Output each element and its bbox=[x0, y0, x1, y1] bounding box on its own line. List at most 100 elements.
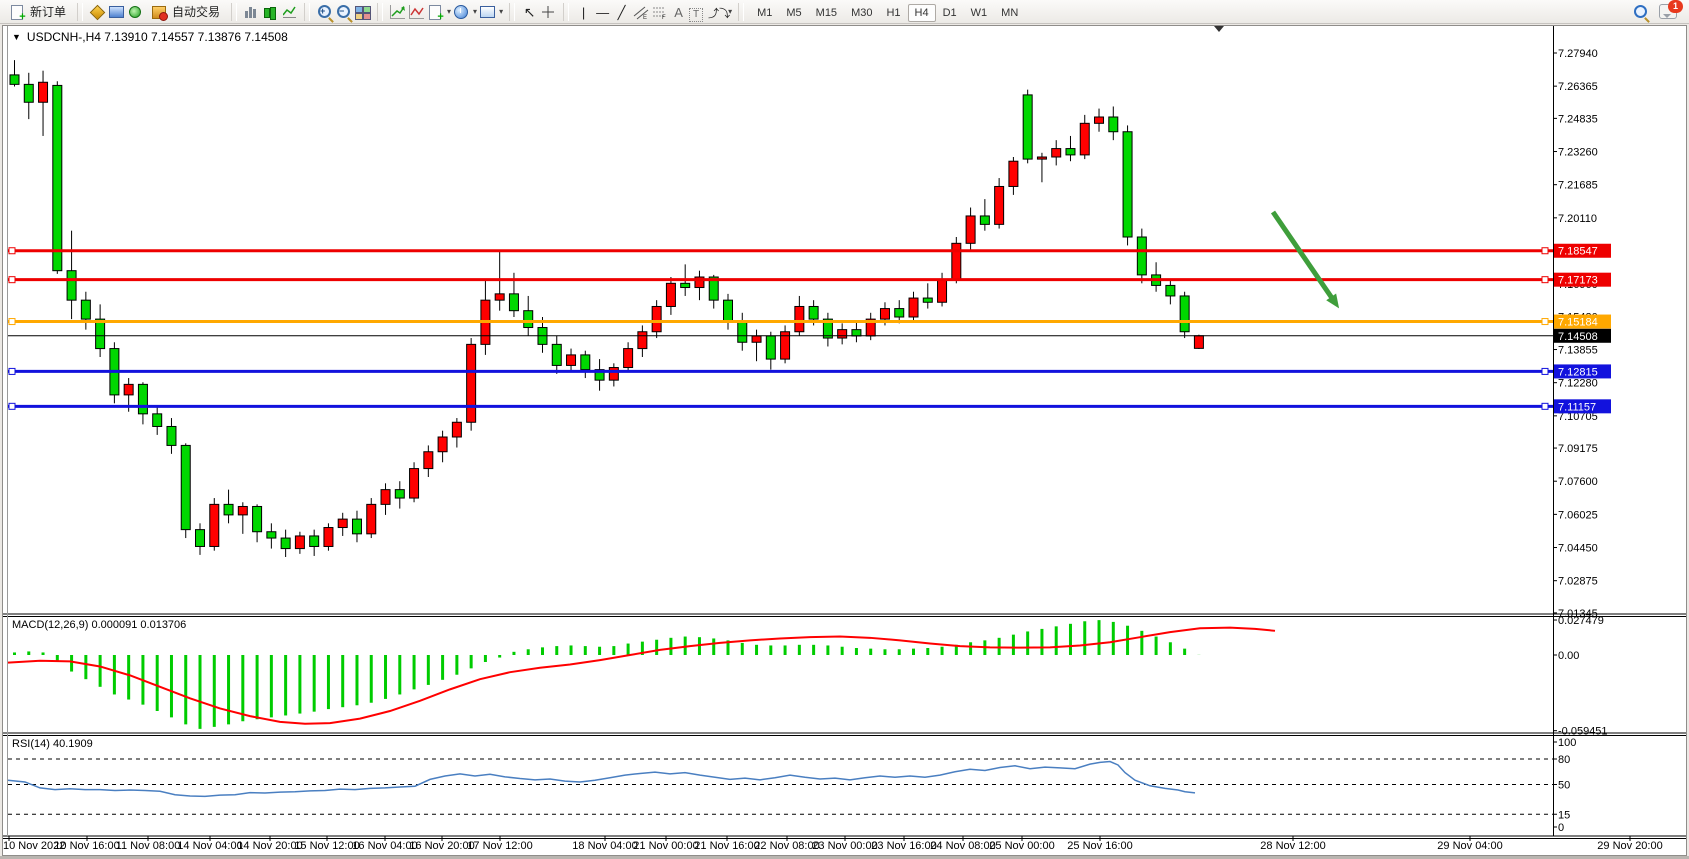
fibonacci-tool-icon[interactable]: F bbox=[651, 4, 668, 20]
macd-pane-label: MACD(12,26,9) 0.000091 0.013706 bbox=[12, 619, 186, 631]
candle-down bbox=[53, 85, 62, 270]
candle-up bbox=[624, 349, 633, 368]
macd-pane bbox=[8, 620, 1557, 731]
template-caret[interactable]: ▾ bbox=[499, 7, 503, 16]
hline-handle[interactable] bbox=[9, 248, 15, 254]
cursor-tool-icon[interactable]: ↖ bbox=[521, 4, 538, 20]
rsi-pane bbox=[8, 742, 1557, 827]
timeframe-button-M1[interactable]: M1 bbox=[750, 4, 779, 22]
svg-text:22 Nov 08:00: 22 Nov 08:00 bbox=[754, 840, 819, 852]
objects-list-icon[interactable] bbox=[408, 4, 425, 20]
new-order-icon: + bbox=[9, 4, 26, 20]
timeframe-button-MN[interactable]: MN bbox=[994, 4, 1025, 22]
svg-text:23 Nov 16:00: 23 Nov 16:00 bbox=[871, 840, 936, 852]
search-icon[interactable] bbox=[1632, 4, 1649, 20]
svg-text:18 Nov 04:00: 18 Nov 04:00 bbox=[572, 840, 637, 852]
channel-tool-icon[interactable]: E bbox=[632, 4, 649, 20]
candle-down bbox=[1066, 149, 1075, 155]
template-icon[interactable] bbox=[479, 4, 496, 20]
bar-chart-mode-icon[interactable] bbox=[243, 4, 260, 20]
crosshair-tool-icon[interactable] bbox=[540, 4, 557, 20]
svg-text:29 Nov 04:00: 29 Nov 04:00 bbox=[1437, 840, 1502, 852]
symbol-dropdown-icon[interactable]: ▼ bbox=[12, 32, 21, 42]
vertical-line-tool-icon[interactable]: | bbox=[575, 4, 592, 20]
indicators-icon[interactable] bbox=[389, 4, 406, 20]
strategy-tester-icon[interactable] bbox=[108, 4, 125, 20]
candle-down bbox=[1180, 296, 1189, 332]
text-tool-icon[interactable]: A bbox=[670, 4, 687, 20]
svg-text:-0.059451: -0.059451 bbox=[1558, 726, 1608, 738]
candle-up bbox=[424, 452, 433, 469]
timeframe-button-W1[interactable]: W1 bbox=[964, 4, 995, 22]
svg-text:7.20110: 7.20110 bbox=[1558, 213, 1597, 225]
timeframe-button-H1[interactable]: H1 bbox=[879, 4, 907, 22]
zoom-in-icon[interactable]: + bbox=[316, 4, 333, 20]
market-watch-icon[interactable] bbox=[89, 4, 106, 20]
candle-up bbox=[638, 332, 647, 349]
svg-text:7.06025: 7.06025 bbox=[1558, 509, 1598, 521]
signals-icon[interactable] bbox=[127, 4, 144, 20]
hline-handle[interactable] bbox=[9, 319, 15, 325]
svg-text:E: E bbox=[643, 15, 647, 20]
toolbar-separator bbox=[231, 3, 237, 21]
svg-text:7.21685: 7.21685 bbox=[1558, 180, 1598, 192]
candle-up bbox=[909, 298, 918, 317]
candle-down bbox=[1023, 95, 1032, 159]
label-tool-icon[interactable]: T bbox=[689, 4, 706, 20]
new-order-button[interactable]: + 新订单 bbox=[4, 1, 71, 23]
new-chart-icon[interactable]: + bbox=[427, 4, 444, 20]
svg-text:14 Nov 20:00: 14 Nov 20:00 bbox=[237, 840, 302, 852]
auto-trading-button[interactable]: 自动交易 bbox=[146, 1, 225, 23]
hline-handle[interactable] bbox=[1542, 403, 1548, 409]
candle-down bbox=[552, 344, 561, 365]
svg-text:25 Nov 16:00: 25 Nov 16:00 bbox=[1067, 840, 1132, 852]
candle-up bbox=[1080, 123, 1089, 155]
timeframe-button-H4[interactable]: H4 bbox=[908, 4, 936, 22]
svg-text:15 Nov 12:00: 15 Nov 12:00 bbox=[294, 840, 359, 852]
auto-trading-label: 自动交易 bbox=[172, 3, 220, 20]
candle-down bbox=[310, 536, 319, 547]
svg-text:16 Nov 20:00: 16 Nov 20:00 bbox=[409, 840, 474, 852]
candle-down bbox=[281, 538, 290, 549]
arrows-tool-icon[interactable]: ⤴⤵ bbox=[708, 4, 725, 20]
timeframe-button-M15[interactable]: M15 bbox=[809, 4, 844, 22]
svg-text:16 Nov 04:00: 16 Nov 04:00 bbox=[352, 840, 417, 852]
candle-down bbox=[267, 532, 276, 538]
svg-text:7.09175: 7.09175 bbox=[1558, 443, 1598, 455]
tile-windows-icon[interactable] bbox=[354, 4, 371, 20]
candlestick-mode-icon[interactable] bbox=[262, 4, 279, 20]
svg-text:100: 100 bbox=[1558, 737, 1576, 749]
hline-handle[interactable] bbox=[9, 277, 15, 283]
hline-handle[interactable] bbox=[1542, 319, 1548, 325]
zoom-out-icon[interactable]: − bbox=[335, 4, 352, 20]
notifications-icon[interactable]: 1 bbox=[1659, 4, 1677, 19]
timeframe-button-M5[interactable]: M5 bbox=[779, 4, 808, 22]
trendline-tool-icon[interactable]: ╱ bbox=[613, 4, 630, 20]
chart-plot-area[interactable] bbox=[8, 26, 1553, 614]
candle-down bbox=[923, 298, 932, 302]
period-clock-icon[interactable] bbox=[453, 4, 470, 20]
period-caret[interactable]: ▾ bbox=[473, 7, 477, 16]
timeframe-button-D1[interactable]: D1 bbox=[936, 4, 964, 22]
candle-up bbox=[838, 330, 847, 338]
hline-handle[interactable] bbox=[1542, 248, 1548, 254]
hline-handle[interactable] bbox=[9, 368, 15, 374]
candle-up bbox=[1095, 117, 1104, 123]
hline-handle[interactable] bbox=[9, 403, 15, 409]
hline-handle[interactable] bbox=[1542, 277, 1548, 283]
timeframe-button-M30[interactable]: M30 bbox=[844, 4, 879, 22]
main-toolbar: + 新订单 自动交易 + − +▾ ▾ ▾ ↖ | — ╱ E F A T ⤴⤵… bbox=[0, 0, 1689, 24]
horizontal-line-tool-icon[interactable]: — bbox=[594, 4, 611, 20]
toolbar-separator bbox=[563, 3, 569, 21]
svg-text:29 Nov 20:00: 29 Nov 20:00 bbox=[1597, 840, 1662, 852]
hline-handle[interactable] bbox=[1542, 368, 1548, 374]
svg-text:21 Nov 00:00: 21 Nov 00:00 bbox=[633, 840, 698, 852]
line-chart-mode-icon[interactable] bbox=[281, 4, 298, 20]
svg-text:7.11157: 7.11157 bbox=[1558, 401, 1596, 413]
svg-text:0.00: 0.00 bbox=[1558, 650, 1579, 662]
candle-down bbox=[67, 271, 76, 300]
candle-down bbox=[81, 300, 90, 319]
new-chart-caret[interactable]: ▾ bbox=[447, 7, 451, 16]
svg-text:14 Nov 04:00: 14 Nov 04:00 bbox=[177, 840, 242, 852]
svg-text:80: 80 bbox=[1558, 754, 1570, 766]
